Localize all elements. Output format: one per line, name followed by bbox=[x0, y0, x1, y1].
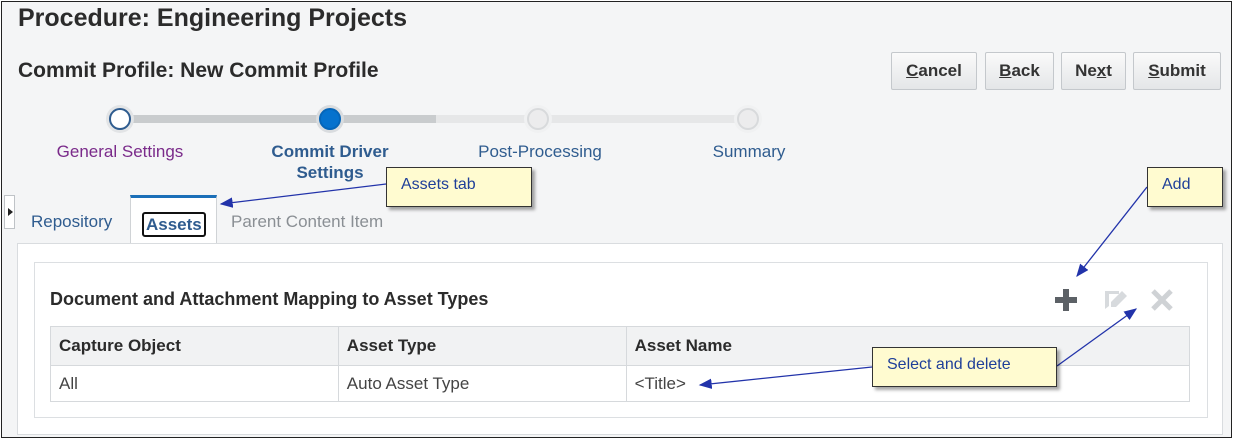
callout-add: Add bbox=[1147, 167, 1223, 207]
cell-asset-type[interactable]: Auto Asset Type bbox=[337, 365, 627, 402]
section-title: Document and Attachment Mapping to Asset… bbox=[50, 289, 489, 309]
train-connector-2b bbox=[436, 115, 748, 123]
train-label-post-processing: Post-Processing bbox=[478, 142, 602, 161]
train-stop-general-settings[interactable] bbox=[109, 108, 131, 130]
next-label-rest: t bbox=[1106, 61, 1112, 80]
train-connector-2a bbox=[330, 115, 436, 123]
cancel-button[interactable]: Cancel bbox=[891, 52, 977, 90]
submit-accesskey: S bbox=[1148, 61, 1160, 80]
tab-repository[interactable]: Repository bbox=[31, 212, 112, 232]
train-label-summary: Summary bbox=[712, 142, 786, 161]
cell-capture-object[interactable]: All bbox=[50, 365, 339, 402]
back-accesskey: B bbox=[999, 61, 1012, 80]
train-stop-commit-driver-settings bbox=[319, 108, 341, 130]
next-label-pre: Ne bbox=[1075, 61, 1097, 80]
submit-label: ubmit bbox=[1159, 61, 1206, 80]
tab-assets[interactable]: Assets bbox=[130, 195, 217, 244]
tab-assets-label: Assets bbox=[142, 212, 206, 237]
train-label-general-settings[interactable]: General Settings bbox=[40, 141, 200, 162]
next-button[interactable]: Ne x t bbox=[1061, 52, 1126, 90]
train-stop-summary bbox=[737, 108, 759, 130]
back-button[interactable]: Back bbox=[985, 52, 1054, 90]
callout-assets-tab: Assets tab bbox=[386, 167, 532, 207]
page-title: Procedure: Engineering Projects bbox=[18, 4, 407, 32]
plus-icon[interactable] bbox=[1052, 286, 1080, 314]
train-label-commit-driver-settings: Commit Driver Settings bbox=[271, 142, 389, 182]
train-connector-1 bbox=[120, 115, 330, 123]
column-header-asset-type[interactable]: Asset Type bbox=[337, 326, 627, 366]
train-stop-post-processing bbox=[527, 108, 549, 130]
side-panel-toggle[interactable] bbox=[4, 195, 15, 229]
x-icon bbox=[1151, 289, 1173, 311]
callout-select-delete: Select and delete bbox=[872, 347, 1057, 387]
back-label: ack bbox=[1011, 61, 1040, 80]
tab-parent-content-item: Parent Content Item bbox=[231, 212, 384, 231]
submit-button[interactable]: Submit bbox=[1133, 52, 1221, 90]
column-header-capture-object[interactable]: Capture Object bbox=[50, 326, 339, 366]
next-accesskey: x bbox=[1096, 61, 1107, 80]
cancel-label: ancel bbox=[918, 61, 962, 80]
pencil-icon bbox=[1105, 291, 1127, 309]
expand-triangle-icon bbox=[8, 208, 13, 216]
cancel-accesskey: C bbox=[906, 61, 919, 80]
commit-profile-title: Commit Profile: New Commit Profile bbox=[18, 59, 379, 82]
